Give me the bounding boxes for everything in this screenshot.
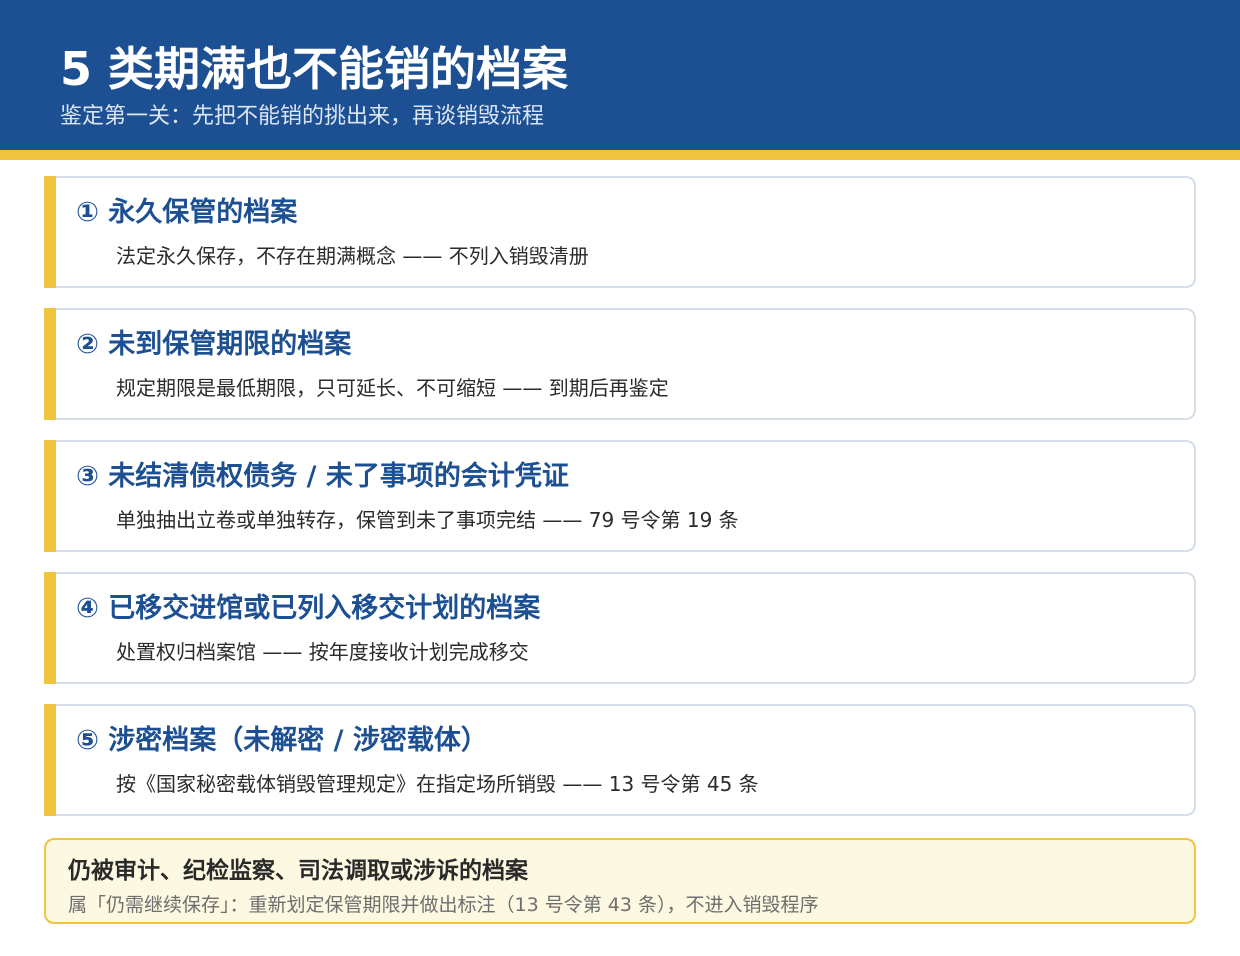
note-description: 属「仍需继续保存」：重新划定保管期限并做出标注（13 号令第 43 条），不进入… bbox=[68, 894, 819, 916]
card-title: ④ 已移交进馆或已列入移交计划的档案 bbox=[76, 593, 541, 624]
card-accent-bar bbox=[44, 704, 56, 816]
archive-card-unsettled-vouchers: ③ 未结清债权债务 / 未了事项的会计凭证 单独抽出立卷或单独转存，保管到未了事… bbox=[44, 440, 1196, 552]
card-title: ② 未到保管期限的档案 bbox=[76, 329, 352, 360]
card-accent-bar bbox=[44, 176, 56, 288]
page-title: 5 类期满也不能销的档案 bbox=[60, 42, 569, 96]
note-box: 仍被审计、纪检监察、司法调取或涉诉的档案 属「仍需继续保存」：重新划定保管期限并… bbox=[44, 838, 1196, 924]
card-description: 按《国家秘密载体销毁管理规定》在指定场所销毁 —— 13 号令第 45 条 bbox=[116, 772, 759, 796]
note-title: 仍被审计、纪检监察、司法调取或涉诉的档案 bbox=[68, 858, 528, 884]
card-title: ③ 未结清债权债务 / 未了事项的会计凭证 bbox=[76, 461, 569, 492]
card-description: 法定永久保存，不存在期满概念 —— 不列入销毁清册 bbox=[116, 244, 589, 268]
header-divider-stripe bbox=[0, 150, 1240, 160]
card-accent-bar bbox=[44, 308, 56, 420]
archive-card-classified: ⑤ 涉密档案（未解密 / 涉密载体） 按《国家秘密载体销毁管理规定》在指定场所销… bbox=[44, 704, 1196, 816]
page-subtitle: 鉴定第一关：先把不能销的挑出来，再谈销毁流程 bbox=[60, 104, 545, 129]
card-description: 处置权归档案馆 —— 按年度接收计划完成移交 bbox=[116, 640, 529, 664]
card-accent-bar bbox=[44, 440, 56, 552]
card-description: 规定期限是最低期限，只可延长、不可缩短 —— 到期后再鉴定 bbox=[116, 376, 669, 400]
archive-card-transferred: ④ 已移交进馆或已列入移交计划的档案 处置权归档案馆 —— 按年度接收计划完成移… bbox=[44, 572, 1196, 684]
card-title: ⑤ 涉密档案（未解密 / 涉密载体） bbox=[76, 725, 488, 756]
card-description: 单独抽出立卷或单独转存，保管到未了事项完结 —— 79 号令第 19 条 bbox=[116, 508, 739, 532]
archive-card-permanent: ① 永久保管的档案 法定永久保存，不存在期满概念 —— 不列入销毁清册 bbox=[44, 176, 1196, 288]
card-title: ① 永久保管的档案 bbox=[76, 197, 298, 228]
page-header: 5 类期满也不能销的档案 鉴定第一关：先把不能销的挑出来，再谈销毁流程 bbox=[0, 0, 1240, 150]
archive-card-unexpired: ② 未到保管期限的档案 规定期限是最低期限，只可延长、不可缩短 —— 到期后再鉴… bbox=[44, 308, 1196, 420]
card-accent-bar bbox=[44, 572, 56, 684]
